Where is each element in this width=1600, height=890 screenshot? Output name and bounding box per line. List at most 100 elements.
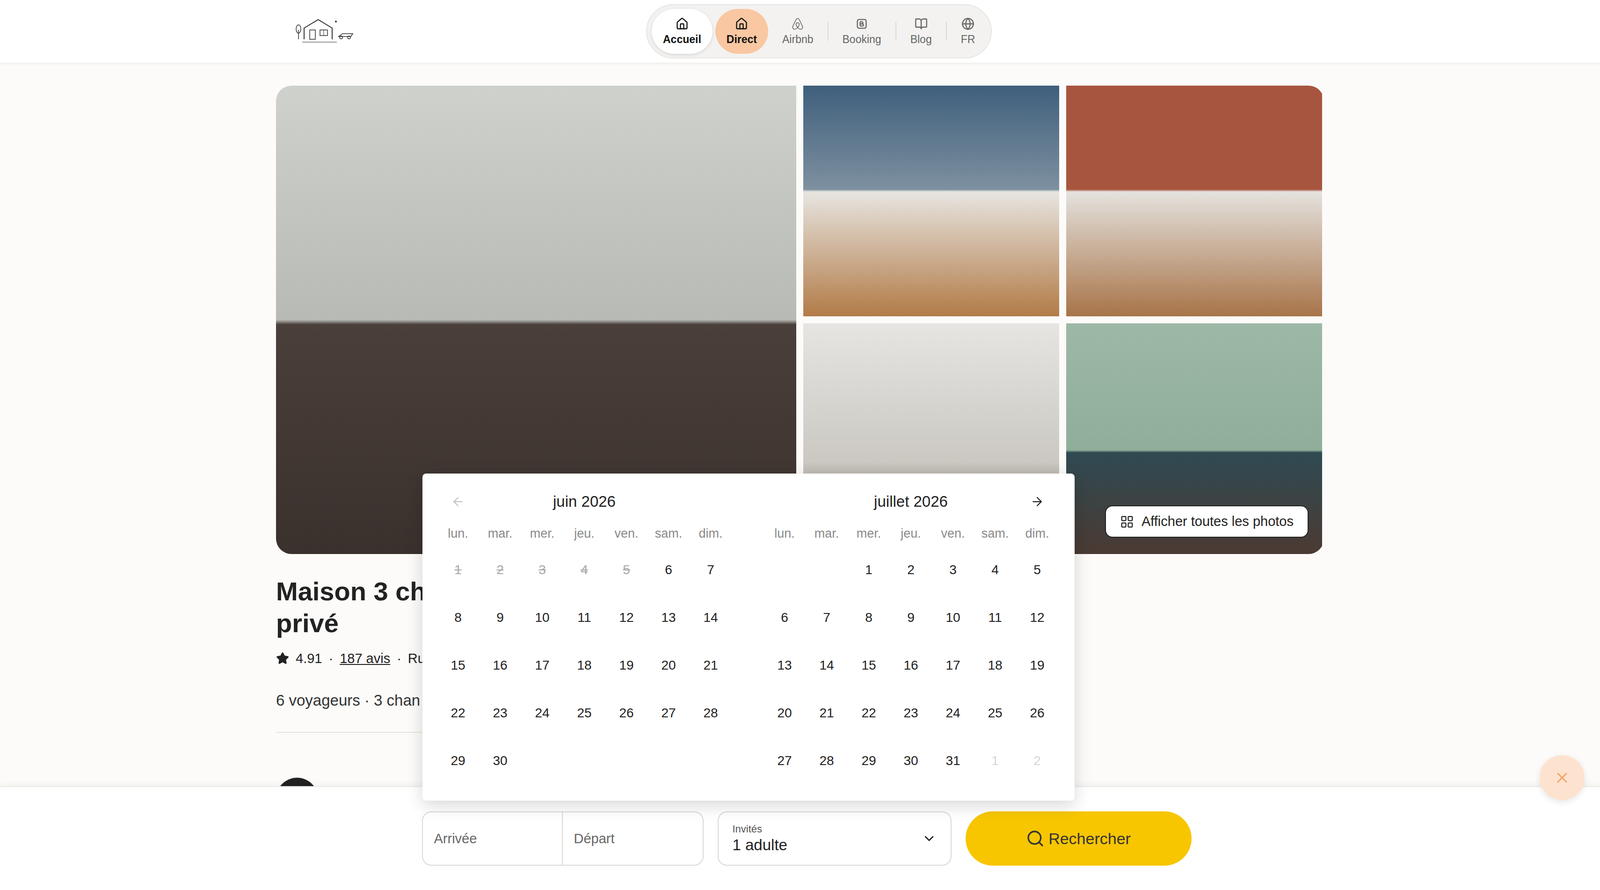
calendar-day[interactable]: 30: [889, 736, 932, 785]
nav-item[interactable]: Direct: [715, 8, 769, 54]
calendar-day[interactable]: 27: [647, 689, 690, 737]
calendar-day[interactable]: 22: [847, 689, 890, 737]
calendar-day[interactable]: 8: [436, 593, 480, 642]
calendar-day[interactable]: 8: [847, 593, 890, 642]
weekday-label: ven.: [605, 521, 648, 546]
calendar-day[interactable]: 21: [689, 641, 732, 690]
calendar-day[interactable]: 21: [805, 689, 848, 737]
calendar-day[interactable]: 2: [889, 545, 932, 594]
arrival-field[interactable]: Arrivée: [422, 812, 563, 865]
calendar-day: 2: [479, 545, 522, 594]
day-grid: lun.mar.mer.jeu.ven.sam.dim.123456789101…: [436, 521, 732, 785]
dates-field[interactable]: ArrivéeDépart: [421, 811, 704, 866]
nav-item[interactable]: Booking: [831, 8, 893, 54]
day-grid: lun.mar.mer.jeu.ven.sam.dim.123456789101…: [763, 521, 1059, 785]
calendar-month: juillet 2026lun.mar.mer.jeu.ven.sam.dim.…: [763, 489, 1059, 785]
weekday-label: ven.: [931, 521, 975, 546]
calendar-day[interactable]: 16: [479, 641, 522, 690]
calendar-day: 1: [436, 545, 480, 594]
page: AccueilDirectAirbnbBookingBlogFR Afficher…: [0, 0, 1600, 890]
calendar-day[interactable]: 24: [931, 689, 975, 737]
calendar-day[interactable]: 11: [563, 593, 606, 642]
calendar-day[interactable]: 4: [974, 545, 1017, 594]
calendar-day[interactable]: 12: [1016, 593, 1059, 642]
calendar-day[interactable]: 18: [974, 641, 1017, 690]
calendar-day[interactable]: 6: [763, 593, 806, 642]
calendar-day[interactable]: 30: [479, 736, 522, 785]
month-header: juin 2026: [436, 489, 732, 514]
calendar-day[interactable]: 28: [805, 736, 848, 785]
calendar-day[interactable]: 28: [689, 689, 732, 737]
nav-item[interactable]: Blog: [899, 8, 944, 54]
nav-item[interactable]: FR: [949, 8, 987, 54]
calendar-day[interactable]: 14: [805, 641, 848, 690]
calendar-day[interactable]: 19: [605, 641, 648, 690]
arrow-left-icon: [450, 494, 466, 509]
weekday-label: jeu.: [889, 521, 932, 546]
calendar-day[interactable]: 9: [479, 593, 522, 642]
calendar-day[interactable]: 26: [605, 689, 648, 737]
calendar-day[interactable]: 3: [931, 545, 975, 594]
photo[interactable]: [1066, 85, 1323, 317]
calendar-day[interactable]: 26: [1016, 689, 1059, 737]
calendar-day[interactable]: 7: [689, 545, 732, 594]
calendar-day[interactable]: 11: [974, 593, 1017, 642]
calendar-day[interactable]: 24: [521, 689, 564, 737]
calendar-day[interactable]: 15: [847, 641, 890, 690]
calendar-day[interactable]: 23: [479, 689, 522, 737]
calendar-day[interactable]: 1: [847, 545, 890, 594]
header: AccueilDirectAirbnbBookingBlogFR: [0, 0, 1600, 64]
month-title: juillet 2026: [805, 492, 1017, 511]
reviews-link[interactable]: 187 avis: [339, 650, 391, 667]
calendar-day[interactable]: 16: [889, 641, 932, 690]
separator: ·: [328, 650, 334, 667]
calendar-day[interactable]: 23: [889, 689, 932, 737]
weekday-label: mar.: [479, 521, 522, 546]
departure-field[interactable]: Départ: [562, 812, 703, 865]
show-photos-button[interactable]: Afficher toutes les photos: [1105, 505, 1309, 538]
calendar-day[interactable]: 25: [563, 689, 606, 737]
calendar-day[interactable]: 22: [436, 689, 480, 737]
calendar-day[interactable]: 29: [847, 736, 890, 785]
calendar-day[interactable]: 10: [521, 593, 564, 642]
nav-divider: [895, 21, 897, 41]
nav-item[interactable]: Accueil: [651, 8, 713, 54]
weekday-label: mar.: [805, 521, 848, 546]
calendar-day[interactable]: 13: [763, 641, 806, 690]
search-button[interactable]: Rechercher: [965, 811, 1192, 866]
arrow-right-icon[interactable]: [1030, 494, 1045, 509]
guests-select[interactable]: Invités1 adulte: [717, 811, 952, 866]
calendar-day[interactable]: 6: [647, 545, 690, 594]
calendar-day[interactable]: 19: [1016, 641, 1059, 690]
close-button[interactable]: [1539, 755, 1585, 800]
calendar-day[interactable]: 18: [563, 641, 606, 690]
calendar-day[interactable]: 9: [889, 593, 932, 642]
search-icon: [1025, 829, 1045, 848]
weekday-label: lun.: [763, 521, 806, 546]
calendar-day[interactable]: 15: [436, 641, 480, 690]
calendar-day[interactable]: 17: [931, 641, 975, 690]
calendar-day[interactable]: 12: [605, 593, 648, 642]
calendar-day[interactable]: 17: [521, 641, 564, 690]
calendar-day[interactable]: 20: [647, 641, 690, 690]
calendar-day[interactable]: 25: [974, 689, 1017, 737]
calendar-day[interactable]: 10: [931, 593, 975, 642]
calendar-day[interactable]: 20: [763, 689, 806, 737]
calendar-day[interactable]: 29: [436, 736, 480, 785]
photo[interactable]: [803, 85, 1060, 317]
search-bar: ArrivéeDépartInvités1 adulteRechercher: [0, 785, 1600, 890]
calendar-day[interactable]: 5: [1016, 545, 1059, 594]
calendar-day[interactable]: 13: [647, 593, 690, 642]
nav-item[interactable]: Airbnb: [770, 8, 825, 54]
globe-icon: [961, 17, 975, 31]
weekday-label: mer.: [521, 521, 564, 546]
calendar-day[interactable]: 31: [931, 736, 975, 785]
weekday-label: dim.: [1016, 521, 1059, 546]
calendar-day[interactable]: 7: [805, 593, 848, 642]
logo-icon[interactable]: [293, 15, 360, 47]
calendar-month: juin 2026lun.mar.mer.jeu.ven.sam.dim.123…: [436, 489, 732, 785]
home-icon: [734, 17, 749, 31]
calendar-day[interactable]: 27: [763, 736, 806, 785]
month-header: juillet 2026: [763, 489, 1059, 514]
calendar-day[interactable]: 14: [689, 593, 732, 642]
